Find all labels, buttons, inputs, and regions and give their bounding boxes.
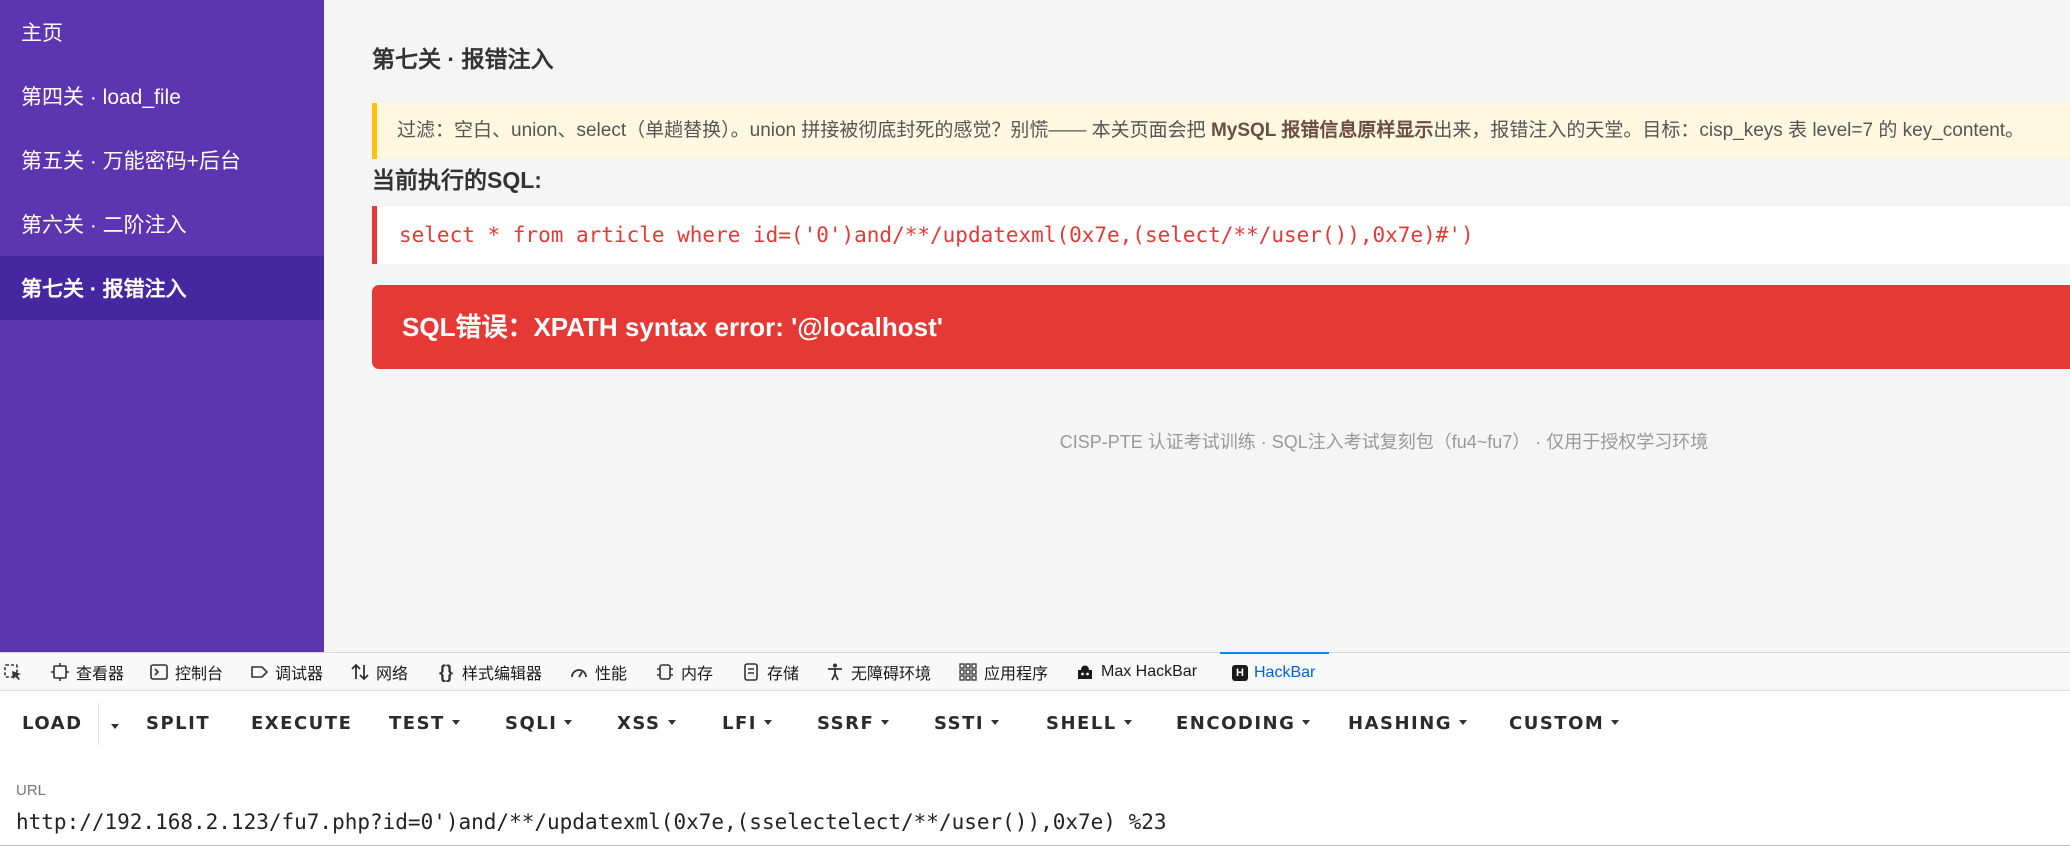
page-title: 第七关 · 报错注入: [372, 46, 554, 72]
load-divider: [98, 703, 99, 745]
tab-debugger[interactable]: 调试器: [249, 653, 323, 691]
tab-storage-label: 存储: [767, 666, 800, 683]
sidebar-item-level-6[interactable]: 第六关 · 二阶注入: [0, 192, 324, 256]
main-content: 第七关 · 报错注入 过滤：空白、union、select（单趟替换）。unio…: [324, 0, 2070, 652]
hackbar-icon: H: [1232, 665, 1248, 681]
performance-icon: [571, 669, 587, 678]
chevron-down-icon: [451, 719, 460, 725]
load-button[interactable]: LOAD: [22, 713, 83, 734]
encoding-menu-button[interactable]: ENCODING: [1176, 713, 1311, 734]
sql-error-message: SQL错误：XPATH syntax error: '@localhost': [372, 285, 2070, 369]
load-dropdown-caret-icon[interactable]: [111, 724, 119, 729]
tab-accessibility-label: 无障碍环境: [851, 666, 932, 683]
sqli-menu-button[interactable]: SQLI: [505, 713, 573, 734]
ssrf-menu-label: SSRF: [817, 713, 875, 734]
chevron-down-icon: [881, 719, 890, 725]
memory-icon: [657, 664, 673, 680]
tab-max-hackbar[interactable]: Max HackBar: [1075, 653, 1197, 691]
tab-console-label: 控制台: [175, 666, 224, 683]
chevron-down-icon: [1302, 719, 1311, 725]
custom-menu-button[interactable]: CUSTOM: [1509, 713, 1620, 734]
sidebar-item-level-7[interactable]: 第七关 · 报错注入: [0, 256, 324, 320]
tab-performance-label: 性能: [595, 666, 628, 683]
sql-query-display: select * from article where id=('0')and/…: [372, 206, 2070, 264]
debugger-icon: [251, 666, 269, 678]
execute-button[interactable]: EXECUTE: [251, 713, 352, 734]
tab-max-hackbar-label: Max HackBar: [1101, 663, 1198, 680]
lfi-menu-label: LFI: [722, 713, 757, 734]
network-icon: [351, 663, 369, 681]
tab-console[interactable]: 控制台: [149, 653, 223, 691]
shell-menu-label: SHELL: [1046, 713, 1117, 734]
sidebar-item-level-5[interactable]: 第五关 · 万能密码+后台: [0, 128, 324, 192]
page-footer: CISP-PTE 认证考试训练 · SQL注入考试复刻包（fu4~fu7） · …: [1059, 432, 1709, 452]
tab-application-label: 应用程序: [984, 666, 1049, 683]
filter-notice: 过滤：空白、union、select（单趟替换）。union 拼接被彻底封死的感…: [372, 103, 2070, 159]
custom-menu-label: CUSTOM: [1509, 713, 1605, 734]
url-underline: [0, 845, 2070, 846]
devtools-tab-bar: 查看器 控制台 调试器 网络 {} 样式编辑器 性能 内存 存储 无障碍环境 应…: [0, 652, 2070, 691]
lfi-menu-button[interactable]: LFI: [722, 713, 772, 734]
hackbar-toolbar: LOAD SPLIT EXECUTE TEST SQLI XSS LFI SSR…: [0, 691, 2070, 759]
tab-accessibility[interactable]: 无障碍环境: [825, 653, 931, 691]
sql-label: 当前执行的SQL:: [372, 167, 542, 193]
inspector-icon: [51, 663, 69, 681]
url-section: URL: [0, 759, 2070, 849]
element-picker-icon: [4, 664, 21, 680]
chevron-down-icon: [1611, 719, 1620, 725]
accessibility-icon: [828, 663, 842, 681]
console-icon: [150, 664, 168, 680]
tab-network[interactable]: 网络: [350, 653, 408, 691]
tab-memory[interactable]: 内存: [655, 653, 713, 691]
sidebar-nav: 主页 第四关 · load_file 第五关 · 万能密码+后台 第六关 · 二…: [0, 0, 324, 652]
max-hackbar-icon: [1078, 665, 1092, 679]
sidebar-item-home[interactable]: 主页: [0, 0, 324, 64]
tab-inspector[interactable]: 查看器: [50, 653, 124, 691]
tab-hackbar-label: HackBar: [1254, 664, 1316, 681]
tab-memory-label: 内存: [681, 666, 714, 683]
hashing-menu-label: HASHING: [1348, 713, 1453, 734]
url-input[interactable]: [16, 807, 2056, 837]
tab-style-editor[interactable]: {} 样式编辑器: [436, 653, 542, 691]
tab-network-label: 网络: [376, 666, 409, 683]
tab-performance[interactable]: 性能: [569, 653, 627, 691]
hashing-menu-button[interactable]: HASHING: [1348, 713, 1468, 734]
ssti-menu-label: SSTI: [934, 713, 985, 734]
filter-notice-highlight: MySQL 报错信息原样显示: [1210, 120, 1434, 141]
chevron-down-icon: [991, 719, 1000, 725]
storage-icon: [744, 663, 758, 681]
chevron-down-icon: [1459, 719, 1468, 725]
url-label: URL: [16, 782, 47, 799]
filter-notice-text: 过滤：空白、union、select（单趟替换）。union 拼接被彻底封死的感…: [397, 120, 1211, 141]
tab-storage[interactable]: 存储: [741, 653, 799, 691]
tab-style-editor-label: 样式编辑器: [462, 666, 543, 683]
xss-menu-label: XSS: [617, 713, 661, 734]
application-icon: [959, 663, 977, 681]
test-menu-label: TEST: [389, 713, 445, 734]
sqli-menu-label: SQLI: [505, 713, 558, 734]
split-button[interactable]: SPLIT: [146, 713, 210, 734]
chevron-down-icon: [564, 719, 573, 725]
tab-hackbar[interactable]: H HackBar: [1220, 652, 1330, 692]
sidebar-item-level-4[interactable]: 第四关 · load_file: [0, 64, 324, 128]
style-editor-icon: {}: [438, 662, 453, 682]
chevron-down-icon: [1123, 719, 1132, 725]
tab-debugger-label: 调试器: [275, 666, 324, 683]
encoding-menu-label: ENCODING: [1176, 713, 1296, 734]
xss-menu-button[interactable]: XSS: [617, 713, 676, 734]
chevron-down-icon: [763, 719, 772, 725]
tab-application[interactable]: 应用程序: [958, 653, 1048, 691]
test-menu-button[interactable]: TEST: [389, 713, 460, 734]
tab-inspector-label: 查看器: [76, 666, 125, 683]
element-picker-button[interactable]: [3, 653, 23, 691]
ssti-menu-button[interactable]: SSTI: [934, 713, 1000, 734]
shell-menu-button[interactable]: SHELL: [1046, 713, 1132, 734]
chevron-down-icon: [667, 719, 676, 725]
filter-notice-target: 出来，报错注入的天堂。目标：cisp_keys 表 level=7 的 key_…: [1433, 120, 2025, 141]
ssrf-menu-button[interactable]: SSRF: [817, 713, 890, 734]
